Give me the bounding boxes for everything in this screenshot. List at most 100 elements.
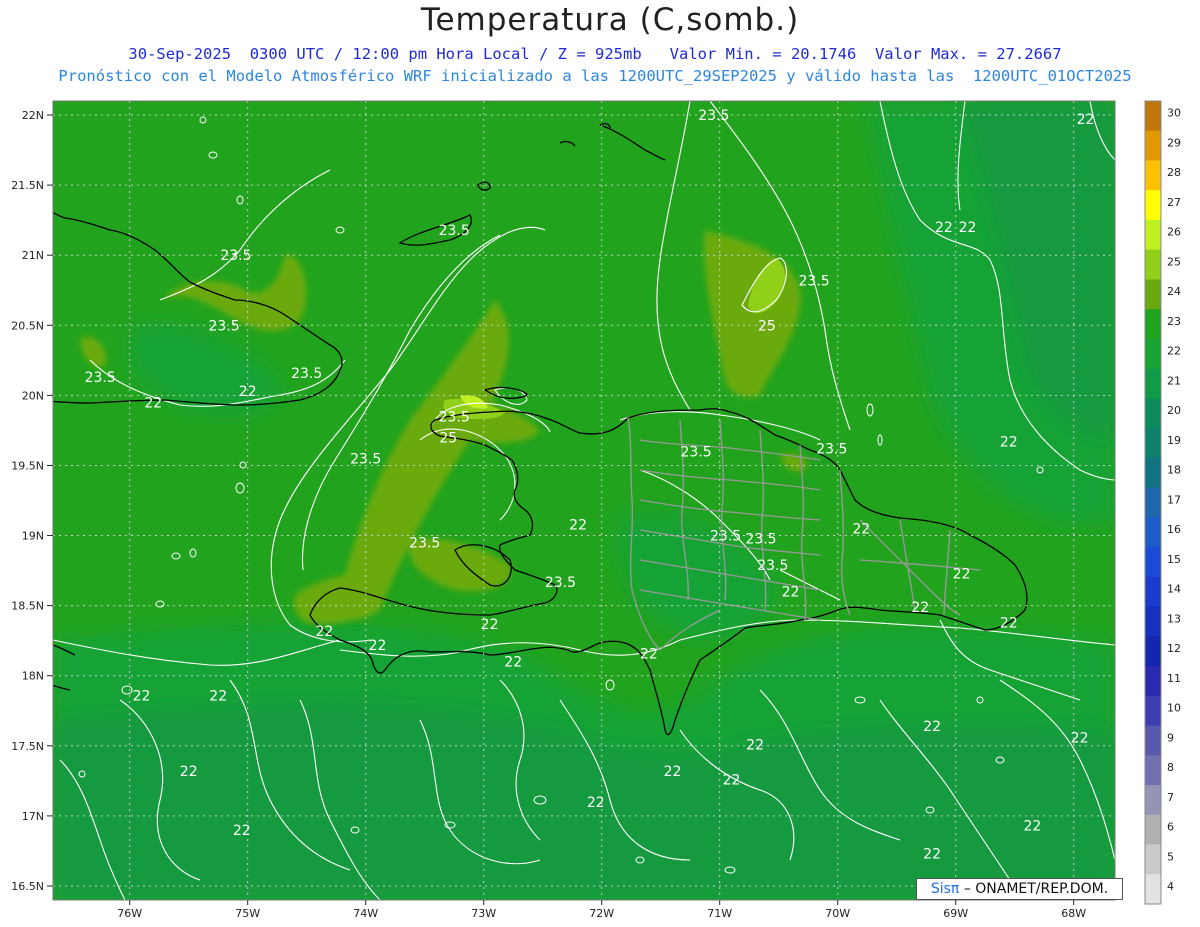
contour-label: 23.5 [350, 451, 381, 467]
lon-tick-label: 76W [117, 907, 142, 920]
lon-tick-label: 69W [943, 907, 968, 920]
contour-label: 23.5 [439, 223, 470, 239]
colorbar-label: 7 [1167, 791, 1174, 804]
contour-label: 23.5 [816, 442, 847, 458]
map-plot-area [53, 101, 1115, 900]
contour-label: 22 [1000, 435, 1018, 451]
temperature-map: 23.5 2223.5 22 2223.523.523.5 2523.523.52222… [11, 100, 1181, 920]
contour-label: 22 [923, 847, 941, 863]
contour-label: 22 [180, 764, 198, 780]
colorbar-label: 4 [1167, 880, 1174, 893]
colorbar-swatch [1145, 130, 1161, 161]
credit-box: Sisπ – ONAMET/REP.DOM. [916, 878, 1123, 900]
contour-label: 22 [481, 617, 499, 633]
contour-label: 25 [439, 430, 457, 446]
colorbar-swatch [1145, 606, 1161, 637]
colorbar-swatch [1145, 457, 1161, 489]
colorbar-swatch [1145, 190, 1161, 221]
colorbar-label: 6 [1167, 821, 1174, 834]
lat-tick-label: 19.5N [11, 459, 44, 472]
colorbar-label: 12 [1167, 642, 1181, 655]
colorbar-swatch [1145, 338, 1161, 370]
colorbar-label: 5 [1167, 850, 1174, 863]
colorbar-label: 29 [1167, 136, 1181, 149]
lon-tick-label: 68W [1061, 907, 1086, 920]
lon-tick-label: 71W [707, 907, 732, 920]
contour-label: 23.5 [698, 108, 729, 124]
colorbar-label: 8 [1167, 761, 1174, 774]
colorbar-label: 30 [1167, 107, 1181, 120]
lat-tick-label: 19N [22, 530, 44, 543]
colorbar-label: 16 [1167, 523, 1181, 536]
contour-label: 22 [723, 772, 741, 788]
contour-label: 25 [758, 318, 776, 334]
colorbar-label: 22 [1167, 345, 1181, 358]
contour-label: 22 [959, 220, 977, 236]
contour-label: 23.5 [757, 558, 788, 574]
lon-tick-label: 72W [589, 907, 614, 920]
colorbar-swatch [1145, 101, 1161, 132]
contour-label: 22 [233, 823, 251, 839]
colorbar-swatch [1145, 636, 1161, 667]
colorbar-label: 28 [1167, 166, 1181, 179]
contour-label: 22 [953, 566, 971, 582]
colorbar-swatch [1145, 219, 1161, 251]
lon-tick-label: 70W [825, 907, 850, 920]
contour-label: 22 [1077, 112, 1095, 128]
contour-label: 23.5 [545, 575, 576, 591]
contour-label: 23.5 [681, 444, 712, 460]
colorbar-label: 25 [1167, 255, 1181, 268]
longitude-axis: 76W 75W 74W 73W 72W 71W 70W 69W 68W [117, 900, 1086, 920]
colorbar-label: 23 [1167, 315, 1181, 328]
sispi-logo: Sisπ [930, 881, 960, 897]
lat-tick-label: 18.5N [11, 600, 44, 613]
credit-text: – ONAMET/REP.DOM. [963, 881, 1109, 897]
colorbar-swatch [1145, 576, 1161, 608]
colorbar-label: 19 [1167, 434, 1181, 447]
contour-label: 22 [239, 384, 257, 400]
lat-tick-label: 22N [22, 109, 44, 122]
colorbar-label: 26 [1167, 226, 1181, 239]
contour-label: 23.5 [745, 531, 776, 547]
contour-label: 22 [133, 688, 151, 704]
lat-tick-label: 20.5N [11, 319, 44, 332]
contour-label: 22 [569, 517, 587, 533]
lat-tick-label: 21.5N [11, 179, 44, 192]
contour-label: 22 [315, 624, 333, 640]
colorbar-swatch [1145, 814, 1161, 846]
colorbar-label: 10 [1167, 702, 1181, 715]
lon-tick-label: 74W [353, 907, 378, 920]
colorbar-label: 9 [1167, 731, 1174, 744]
contour-label: 22 [1000, 615, 1018, 631]
colorbar-swatch [1145, 666, 1161, 697]
contour-label: 22 [1071, 730, 1089, 746]
contour-label: 22 [782, 585, 800, 601]
colorbar-swatch [1145, 874, 1161, 905]
colorbar-swatch [1145, 487, 1161, 518]
colorbar-label: 17 [1167, 493, 1181, 506]
lon-tick-label: 73W [471, 907, 496, 920]
contour-label: 23.5 [220, 248, 251, 264]
colorbar-swatch [1145, 695, 1161, 727]
lat-tick-label: 17N [22, 810, 44, 823]
colorbar: 30 29 28 27 26 25 24 23 22 21 20 19 18 17 16 15 14 13 12 11… [1144, 100, 1181, 905]
contour-label: 22 [1023, 819, 1041, 835]
colorbar-label: 20 [1167, 404, 1181, 417]
colorbar-swatch [1145, 755, 1161, 786]
lat-tick-label: 21N [22, 249, 44, 262]
contour-label: 22 [504, 655, 522, 671]
colorbar-swatch [1145, 844, 1161, 875]
contour-label: 22 [640, 646, 658, 662]
colorbar-label: 13 [1167, 612, 1181, 625]
contour-label: 22 [209, 688, 227, 704]
colorbar-swatch [1145, 279, 1161, 310]
contour-label: 23.5 [710, 529, 741, 545]
lon-tick-label: 75W [235, 907, 260, 920]
colorbar-label: 15 [1167, 553, 1181, 566]
contour-label: 22 [923, 719, 941, 735]
colorbar-swatch [1145, 160, 1161, 191]
colorbar-label: 21 [1167, 374, 1181, 387]
lat-tick-label: 16.5N [11, 880, 44, 893]
colorbar-swatch [1145, 398, 1161, 429]
colorbar-swatch [1145, 725, 1161, 756]
